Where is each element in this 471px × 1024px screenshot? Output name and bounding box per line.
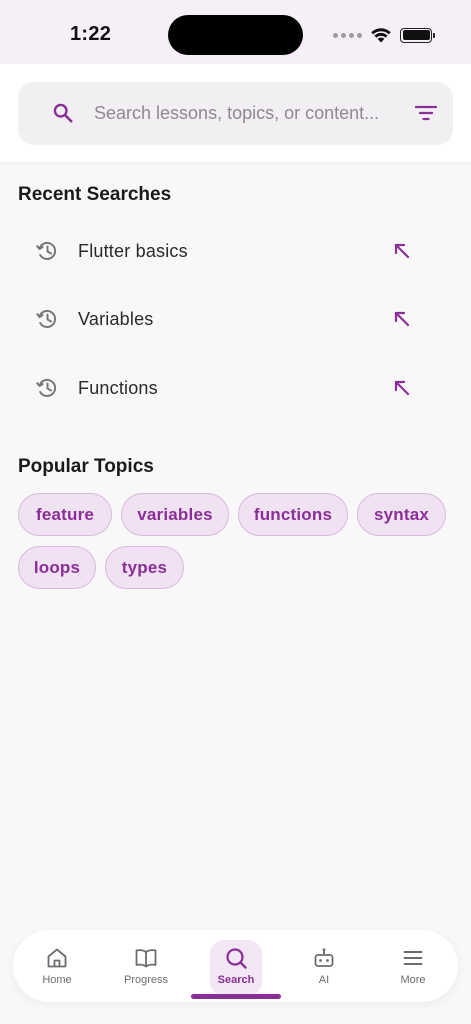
nav-item-progress[interactable]: Progress (106, 930, 186, 1002)
arrow-up-left-icon[interactable] (392, 309, 412, 329)
nav-label: Progress (123, 974, 169, 986)
recent-searches-title: Recent Searches (18, 184, 172, 205)
nav-item-search[interactable]: Search (196, 930, 276, 1002)
search-section (0, 64, 471, 162)
dynamic-island (168, 15, 303, 55)
nav-item-ai[interactable]: AI (284, 930, 364, 1002)
search-icon (53, 103, 73, 123)
nav-label: AI (318, 974, 330, 986)
search-icon (226, 948, 247, 969)
recent-search-label: Flutter basics (78, 241, 188, 261)
topic-chip[interactable]: loops (18, 546, 96, 589)
nav-item-home[interactable]: Home (17, 930, 97, 1002)
battery-icon (400, 27, 435, 43)
menu-icon (403, 951, 423, 965)
nav-label: More (400, 974, 426, 986)
cellular-signal-icon (333, 32, 362, 38)
history-icon (36, 378, 57, 397)
arrow-up-left-icon[interactable] (392, 241, 412, 261)
recent-search-label: Functions (78, 378, 158, 398)
search-box[interactable] (18, 82, 453, 145)
recent-search-label: Variables (78, 309, 154, 329)
nav-item-more[interactable]: More (373, 930, 453, 1002)
topic-chip[interactable]: types (105, 546, 184, 589)
topic-chip[interactable]: feature (18, 493, 112, 536)
topic-chip[interactable]: variables (121, 493, 229, 536)
nav-label: Search (217, 974, 255, 986)
book-icon (135, 949, 157, 968)
status-bar: 1:22 (0, 0, 471, 64)
recent-search-item[interactable]: Variables (18, 289, 453, 349)
topic-chip[interactable]: functions (238, 493, 348, 536)
bottom-navigation: Home Progress Search AI More (13, 930, 458, 1002)
filter-icon[interactable] (415, 104, 437, 122)
nav-label: Home (42, 974, 72, 986)
recent-search-item[interactable]: Flutter basics (18, 221, 453, 281)
search-input[interactable] (94, 94, 394, 132)
status-time: 1:22 (70, 23, 112, 45)
history-icon (36, 309, 57, 328)
topic-chip[interactable]: syntax (357, 493, 446, 536)
status-icons (333, 24, 435, 46)
home-icon (47, 948, 67, 968)
arrow-up-left-icon[interactable] (392, 378, 412, 398)
wifi-icon (371, 28, 391, 43)
active-tab-indicator (191, 994, 281, 999)
popular-topics-title: Popular Topics (18, 456, 154, 477)
recent-search-item[interactable]: Functions (18, 358, 453, 418)
history-icon (36, 241, 57, 260)
robot-icon (314, 948, 334, 967)
